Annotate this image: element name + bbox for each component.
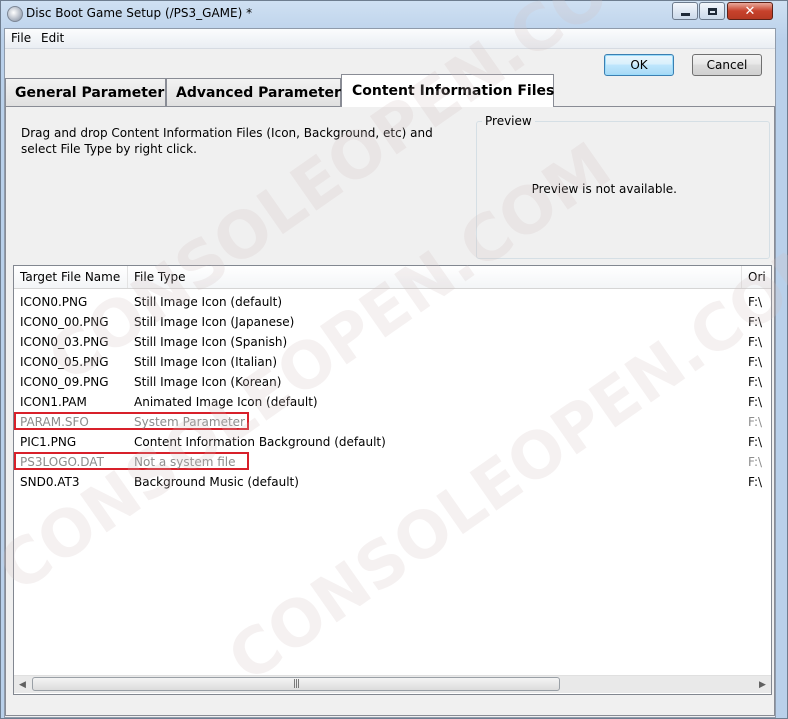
origin-cell: F:\: [748, 335, 763, 349]
client-area: File Edit OK Cancel General Parameter Ad…: [4, 28, 776, 718]
file-type-cell: Background Music (default): [134, 475, 299, 489]
table-row[interactable]: PIC1.PNG Content Information Background (…: [14, 432, 771, 452]
file-name-cell: ICON0_09.PNG: [20, 375, 109, 389]
file-name-cell: ICON0_00.PNG: [20, 315, 109, 329]
table-row[interactable]: ICON0_09.PNG Still Image Icon (Korean) F:\: [14, 372, 771, 392]
preview-group: Preview Preview is not available.: [476, 114, 770, 259]
origin-cell: F:\: [748, 375, 763, 389]
file-type-cell: Still Image Icon (Spanish): [134, 335, 288, 349]
file-type-cell: Still Image Icon (default): [134, 295, 283, 309]
menu-edit[interactable]: Edit: [41, 31, 64, 45]
title-bar[interactable]: Disc Boot Game Setup (/PS3_GAME) * ✕: [1, 1, 787, 27]
tab-advanced-parameter[interactable]: Advanced Parameter: [166, 78, 341, 106]
close-button[interactable]: ✕: [727, 2, 773, 20]
origin-cell: F:\: [748, 315, 763, 329]
table-row[interactable]: ICON0_03.PNG Still Image Icon (Spanish) F:…: [14, 332, 771, 352]
preview-message: Preview is not available.: [531, 182, 677, 196]
origin-cell: F:\: [748, 455, 763, 469]
origin-cell: F:\: [748, 475, 763, 489]
table-row[interactable]: ICON0_00.PNG Still Image Icon (Japanese) F…: [14, 312, 771, 332]
maximize-button[interactable]: [699, 2, 725, 20]
list-header: Target File Name File Type Ori: [14, 266, 771, 289]
minimize-icon: [680, 12, 690, 16]
origin-cell: F:\: [748, 435, 763, 449]
maximize-icon: [707, 7, 717, 15]
file-name-cell: ICON0_05.PNG: [20, 355, 109, 369]
file-type-cell: Animated Image Icon (default): [134, 395, 318, 409]
file-name-cell: PS3LOGO.DAT: [20, 455, 104, 469]
close-icon: ✕: [744, 3, 756, 19]
file-name-cell: PIC1.PNG: [20, 435, 77, 449]
scroll-right-icon[interactable]: ▶: [754, 676, 771, 693]
ok-button[interactable]: OK: [604, 54, 674, 76]
horizontal-scrollbar[interactable]: ◀ ||| ▶: [14, 675, 771, 693]
tab-general-parameter[interactable]: General Parameter: [5, 78, 166, 106]
disc-icon: [7, 6, 23, 22]
file-name-cell: ICON0.PNG: [20, 295, 88, 309]
file-type-cell: Still Image Icon (Italian): [134, 355, 278, 369]
app-window: Disc Boot Game Setup (/PS3_GAME) * ✕ Fil…: [0, 0, 788, 719]
cancel-button[interactable]: Cancel: [692, 54, 762, 76]
table-row[interactable]: ICON0_05.PNG Still Image Icon (Italian) F:…: [14, 352, 771, 372]
scroll-left-icon[interactable]: ◀: [14, 676, 31, 693]
file-name-cell: SND0.AT3: [20, 475, 80, 489]
origin-cell: F:\: [748, 295, 763, 309]
file-list[interactable]: Target File Name File Type Ori ICON0.PNG…: [13, 265, 772, 695]
column-header-file-type[interactable]: File Type: [128, 266, 742, 288]
file-name-cell: ICON0_03.PNG: [20, 335, 109, 349]
scroll-thumb[interactable]: |||: [32, 677, 560, 691]
grip-icon: |||: [292, 679, 300, 689]
column-header-target-file-name[interactable]: Target File Name: [14, 266, 128, 288]
file-type-cell: Still Image Icon (Japanese): [134, 315, 295, 329]
table-row[interactable]: SND0.AT3 Background Music (default) F:\: [14, 472, 771, 492]
file-name-cell: ICON1.PAM: [20, 395, 87, 409]
preview-label: Preview: [482, 114, 535, 128]
column-header-origin[interactable]: Ori: [742, 266, 771, 288]
table-row[interactable]: PS3LOGO.DAT Not a system file F:\: [14, 452, 771, 472]
tab-content-information-files[interactable]: Content Information Files: [341, 74, 554, 107]
file-type-cell: Content Information Background (default): [134, 435, 386, 449]
origin-cell: F:\: [748, 395, 763, 409]
minimize-button[interactable]: [672, 2, 698, 20]
menu-file[interactable]: File: [11, 31, 31, 45]
window-title: Disc Boot Game Setup (/PS3_GAME) *: [26, 6, 253, 20]
menu-bar: File Edit: [5, 29, 775, 49]
file-type-cell: System Parameter: [134, 415, 245, 429]
tab-panel: Drag and drop Content Information Files …: [5, 106, 775, 716]
file-name-cell: PARAM.SFO: [20, 415, 89, 429]
instructions-text: Drag and drop Content Information Files …: [21, 126, 433, 156]
file-type-cell: Not a system file: [134, 455, 236, 469]
table-row[interactable]: ICON1.PAM Animated Image Icon (default) F:…: [14, 392, 771, 412]
origin-cell: F:\: [748, 415, 763, 429]
table-row[interactable]: PARAM.SFO System Parameter F:\: [14, 412, 771, 432]
table-row[interactable]: ICON0.PNG Still Image Icon (default) F:\: [14, 292, 771, 312]
file-type-cell: Still Image Icon (Korean): [134, 375, 282, 389]
origin-cell: F:\: [748, 355, 763, 369]
